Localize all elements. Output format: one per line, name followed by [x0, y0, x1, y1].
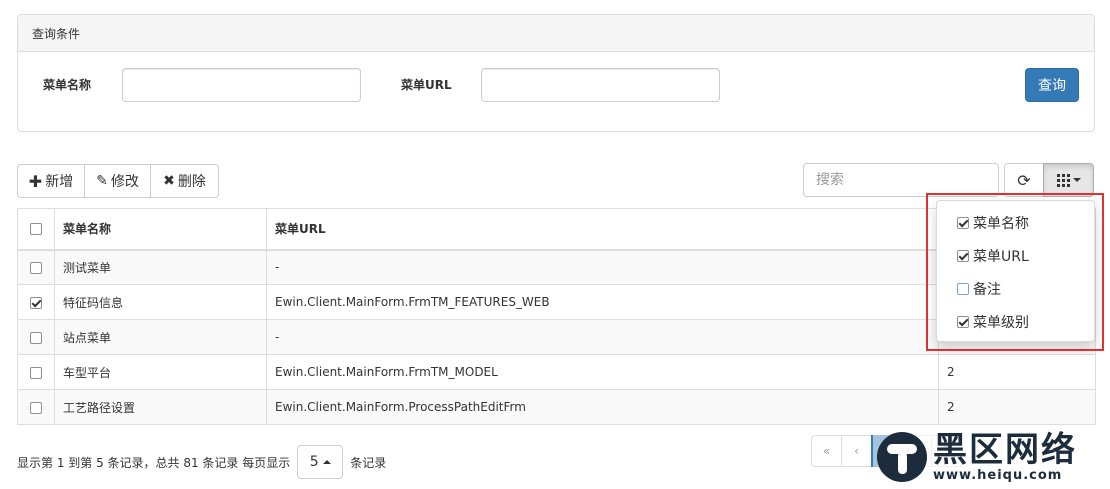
column-toggle-menu-url[interactable]: 菜单URL — [937, 239, 1094, 272]
menu-name-input[interactable] — [122, 68, 361, 102]
columns-dropdown-menu: 菜单名称 菜单URL 备注 菜单级别 — [936, 200, 1095, 342]
cell-menu-url: Ewin.Client.MainForm.FrmTM_FEATURES_WEB — [266, 284, 939, 320]
cell-menu-name: 特征码信息 — [54, 284, 267, 320]
refresh-icon: ⟳ — [1017, 170, 1031, 190]
table-row[interactable]: 站点菜单 - — [17, 319, 1096, 355]
site-watermark: 黑区网络 www.heiqu.com — [873, 425, 1110, 489]
column-toggle-menu-name[interactable]: 菜单名称 — [937, 206, 1094, 239]
cell-menu-name: 测试菜单 — [54, 249, 267, 285]
query-panel-title: 查询条件 — [18, 15, 1094, 52]
cell-menu-url: - — [266, 249, 939, 285]
row-checkbox[interactable] — [30, 401, 42, 414]
table-row[interactable]: 工艺路径设置 Ewin.Client.MainForm.ProcessPathE… — [17, 389, 1096, 425]
table-tools: ⟳ — [1004, 163, 1094, 197]
column-toggle-menu-level[interactable]: 菜单级别 — [937, 305, 1094, 338]
row-checkbox[interactable] — [30, 261, 42, 274]
cell-menu-url: Ewin.Client.MainForm.ProcessPathEditFrm — [266, 389, 939, 425]
column-checkbox[interactable] — [957, 216, 969, 229]
add-button[interactable]: ✚ 新增 — [17, 164, 85, 198]
column-toggle-label: 菜单URL — [973, 248, 1029, 265]
row-checkbox[interactable] — [30, 366, 42, 379]
table-header-row: 菜单名称 菜单URL — [17, 208, 1096, 251]
watermark-title: 黑区网络 — [933, 429, 1077, 470]
column-toggle-label: 菜单名称 — [973, 215, 1029, 232]
plus-icon: ✚ — [28, 171, 43, 191]
column-checkbox[interactable] — [957, 315, 969, 328]
cell-menu-url: - — [266, 319, 939, 355]
grid-icon — [1056, 173, 1070, 187]
caret-up-icon — [322, 460, 331, 464]
table-row[interactable]: 测试菜单 - — [17, 249, 1096, 285]
prev-page-button[interactable]: ‹ — [841, 435, 872, 467]
select-all-cell — [17, 208, 55, 251]
row-checkbox[interactable] — [30, 296, 42, 309]
column-checkbox[interactable] — [957, 249, 969, 262]
cell-menu-name: 车型平台 — [54, 354, 267, 390]
delete-button[interactable]: ✖ 删除 — [150, 164, 219, 198]
menu-table: 菜单名称 菜单URL 测试菜单 - 特征码信息 Ewin.Client.Main… — [17, 208, 1096, 425]
column-checkbox[interactable] — [957, 282, 969, 295]
add-button-label: 新增 — [45, 174, 74, 190]
row-checkbox[interactable] — [30, 331, 42, 344]
edit-button-label: 修改 — [110, 174, 139, 190]
refresh-button[interactable]: ⟳ — [1004, 163, 1044, 197]
menu-url-label: 菜单URL — [401, 78, 452, 92]
edit-button[interactable]: ✎ 修改 — [84, 164, 151, 198]
table-row[interactable]: 车型平台 Ewin.Client.MainForm.FrmTM_MODEL 2 — [17, 354, 1096, 390]
pencil-icon: ✎ — [96, 173, 108, 189]
cell-menu-level: 2 — [938, 354, 1096, 390]
column-header-name[interactable]: 菜单名称 — [54, 208, 267, 251]
query-panel: 查询条件 菜单名称 菜单URL 查询 — [17, 14, 1095, 132]
delete-button-label: 删除 — [177, 174, 206, 190]
caret-down-icon — [1072, 178, 1081, 182]
cell-menu-name: 站点菜单 — [54, 319, 267, 355]
column-header-url[interactable]: 菜单URL — [266, 208, 939, 251]
first-page-button[interactable]: « — [811, 435, 842, 467]
columns-toggle-button[interactable] — [1043, 163, 1094, 197]
remove-icon: ✖ — [163, 173, 175, 189]
column-toggle-label: 备注 — [973, 281, 1001, 298]
menu-name-label: 菜单名称 — [43, 78, 92, 92]
pagination-summary: 显示第 1 到第 5 条记录，总共 81 条记录 每页显示 — [17, 455, 291, 470]
page-size-value: 5 — [309, 454, 319, 470]
pagination-suffix: 条记录 — [350, 455, 387, 470]
column-toggle-remark[interactable]: 备注 — [937, 272, 1094, 305]
toolbar-actions: ✚ 新增 ✎ 修改 ✖ 删除 — [17, 164, 219, 198]
watermark-url: www.heiqu.com — [933, 467, 1063, 483]
watermark-logo-icon — [877, 432, 927, 482]
pagination-info: 显示第 1 到第 5 条记录，总共 81 条记录 每页显示 5 条记录 — [17, 445, 386, 479]
page-size-select[interactable]: 5 — [297, 445, 344, 479]
column-toggle-label: 菜单级别 — [973, 314, 1029, 331]
select-all-checkbox[interactable] — [30, 223, 42, 236]
search-input[interactable] — [803, 163, 999, 197]
cell-menu-url: Ewin.Client.MainForm.FrmTM_MODEL — [266, 354, 939, 390]
menu-url-input[interactable] — [481, 68, 720, 102]
query-button[interactable]: 查询 — [1025, 68, 1079, 102]
table-row[interactable]: 特征码信息 Ewin.Client.MainForm.FrmTM_FEATURE… — [17, 284, 1096, 320]
cell-menu-name: 工艺路径设置 — [54, 389, 267, 425]
cell-menu-level: 2 — [938, 389, 1096, 425]
